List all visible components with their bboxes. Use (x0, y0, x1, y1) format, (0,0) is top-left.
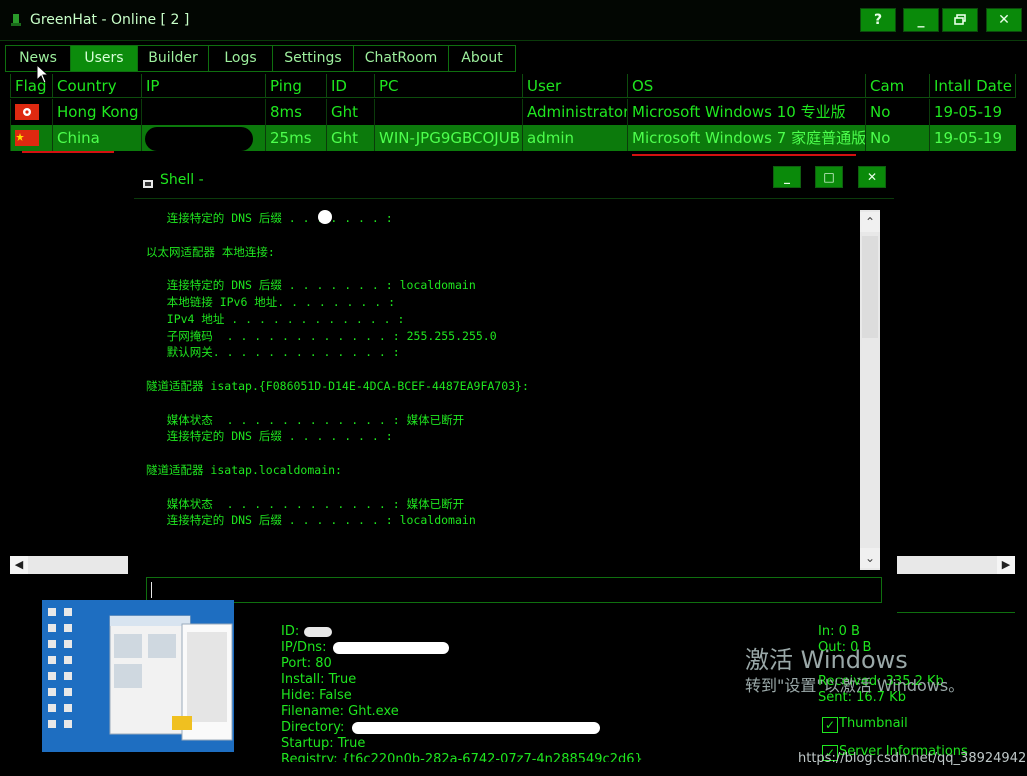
cam-cell: No (865, 125, 929, 151)
tab-about[interactable]: About (448, 45, 516, 72)
flag-cell (10, 125, 52, 151)
scroll-down-icon[interactable]: ⌄ (860, 548, 880, 568)
tab-users[interactable]: Users (70, 45, 138, 72)
restore-button[interactable] (942, 8, 978, 32)
column-header-flag[interactable]: Flag (10, 74, 52, 98)
shell-maximize-button[interactable]: □ (815, 166, 843, 188)
column-header-ping[interactable]: Ping (265, 74, 326, 98)
redaction-mark (304, 627, 332, 637)
user-cell: admin (522, 125, 627, 151)
scrollbar-thumb[interactable] (862, 236, 878, 338)
info-filename: Filename: Ght.exe (281, 704, 399, 719)
info-ip-dns: IP/Dns: (281, 640, 327, 655)
text-caret (151, 582, 152, 598)
column-header-country[interactable]: Country (52, 74, 141, 98)
ping-cell: 8ms (265, 99, 326, 125)
cam-cell: No (865, 99, 929, 125)
country-cell: Hong Kong (52, 99, 141, 125)
stat-in: In: 0 B (818, 624, 860, 639)
scroll-right-icon[interactable]: ▶ (997, 556, 1015, 574)
ping-cell: 25ms (265, 125, 326, 151)
tab-settings[interactable]: Settings (272, 45, 354, 72)
info-directory: Directory: (281, 720, 345, 735)
thumbnail-checkbox-label[interactable]: Thumbnail (839, 716, 908, 732)
id-cell: Ght (326, 125, 374, 151)
redaction-mark (145, 127, 253, 151)
install-date-cell: 19-05-19 (929, 99, 1016, 125)
scroll-up-icon[interactable]: ⌃ (860, 212, 880, 232)
info-id: ID: (281, 624, 300, 639)
thumbnail-checkbox[interactable]: ✓ (822, 717, 838, 733)
divider (897, 612, 1015, 613)
os-cell: Microsoft Windows 10 专业版 (627, 99, 865, 125)
column-header-cam[interactable]: Cam (865, 74, 929, 98)
info-install: Install: True (281, 672, 357, 687)
activation-watermark-title: 激活 Windows (745, 646, 908, 674)
info-port: Port: 80 (281, 656, 332, 671)
shell-command-input[interactable] (146, 577, 882, 603)
horizontal-scrollbar-left[interactable]: ◀ (10, 556, 128, 574)
tab-builder[interactable]: Builder (137, 45, 209, 72)
shell-output: 连接特定的 DNS 后缀 . . . . . . . : 以太网适配器 本地连接… (146, 211, 529, 528)
id-cell: Ght (326, 99, 374, 125)
column-header-id[interactable]: ID (326, 74, 374, 98)
minimize-button[interactable]: _ (903, 8, 939, 32)
info-hide: Hide: False (281, 688, 352, 703)
horizontal-scrollbar-right[interactable]: ▶ (897, 556, 1015, 574)
help-button[interactable]: ? (860, 8, 896, 32)
app-icon (10, 12, 22, 26)
info-registry: Registry: {t6c220n0b-282a-6742-07z7-4n28… (281, 752, 643, 762)
column-header-user[interactable]: User (522, 74, 627, 98)
tab-chatroom[interactable]: ChatRoom (353, 45, 449, 72)
annotation-underline (22, 151, 114, 154)
flag-cell (10, 99, 52, 125)
shell-title: Shell - (160, 172, 204, 188)
shell-minimize-button[interactable]: _ (773, 166, 801, 188)
hong-kong-flag-icon (15, 104, 39, 120)
shell-close-button[interactable]: ✕ (858, 166, 886, 188)
source-watermark: https://blog.csdn.net/qq_38924942 (798, 751, 1027, 766)
user-cell: Administrator (522, 99, 627, 125)
install-date-cell: 19-05-19 (929, 125, 1016, 151)
table-row[interactable]: Hong Kong 8ms Ght Administrator Microsof… (10, 99, 1016, 125)
country-cell: China (52, 125, 141, 151)
pc-cell: WIN-JPG9GBCOJUB (374, 125, 522, 151)
shell-icon (142, 175, 154, 194)
scroll-left-icon[interactable]: ◀ (10, 556, 28, 574)
tab-logs[interactable]: Logs (208, 45, 273, 72)
ip-cell (141, 99, 265, 125)
activation-watermark-subtitle: 转到"设置"以激活 Windows。 (745, 676, 965, 695)
pc-cell (374, 99, 522, 125)
os-cell: Microsoft Windows 7 家庭普通版 (627, 125, 865, 151)
close-button[interactable]: ✕ (986, 8, 1022, 32)
china-flag-icon (15, 130, 39, 146)
info-startup: Startup: True (281, 736, 366, 751)
redaction-mark (352, 722, 600, 734)
remote-desktop-thumbnail[interactable] (42, 600, 234, 752)
annotation-underline (632, 154, 856, 157)
column-header-os[interactable]: OS (627, 74, 865, 98)
cursor-dot (318, 210, 332, 224)
column-header-pc[interactable]: PC (374, 74, 522, 98)
window-title: GreenHat - Online [ 2 ] (30, 12, 190, 28)
redaction-mark (333, 642, 449, 654)
column-header-install-date[interactable]: Intall Date (929, 74, 1016, 98)
column-header-ip[interactable]: IP (141, 74, 265, 98)
